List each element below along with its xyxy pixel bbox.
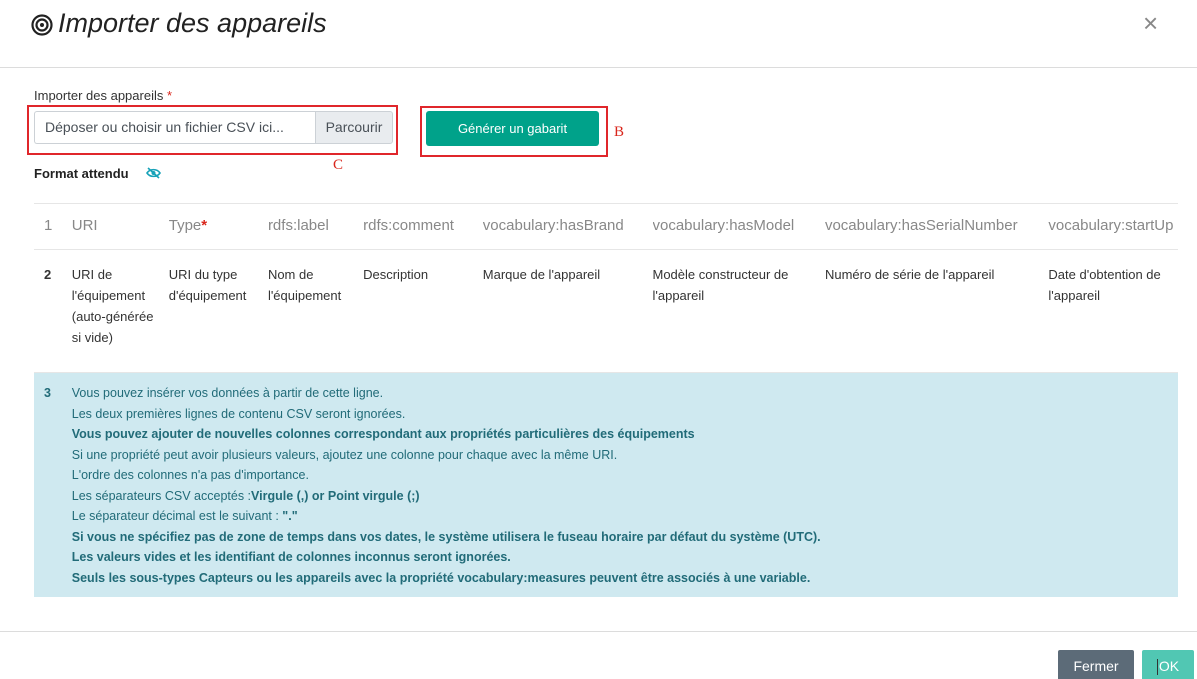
table-cell: Description (363, 267, 429, 282)
ok-button[interactable]: OK (1142, 650, 1194, 679)
table-cell: Marque de l'appareil (482, 267, 601, 282)
modal-title: Importer des appareils (58, 8, 327, 38)
table-cell: URI de l'équipement (auto-générée si vid… (71, 267, 154, 345)
hint-line: Le séparateur décimal est le suivant : "… (71, 509, 298, 523)
close-button[interactable]: Fermer (1058, 650, 1134, 679)
table-cell: Nom de l'équipement (267, 267, 342, 303)
table-cell: URI du type d'équipement (168, 267, 247, 303)
table-row: 3 Vous pouvez insérer vos données à part… (34, 372, 1178, 598)
table-row: 2 URI de l'équipement (auto-générée si v… (34, 250, 1178, 373)
annotation-label-b: B (614, 124, 625, 140)
column-header: vocabulary:hasSerialNumber (824, 217, 1018, 234)
table-header-row: 1 URI Type* rdfs:label rdfs:comment voca… (34, 203, 1178, 250)
column-header: rdfs:label (267, 217, 329, 234)
annotation-box-c (27, 105, 398, 155)
import-hints: Vous pouvez insérer vos données à partir… (72, 373, 1178, 598)
hint-line: Vous pouvez ajouter de nouvelles colonne… (71, 427, 695, 441)
hint-line: Les deux premières lignes de contenu CSV… (71, 406, 406, 421)
expected-format-table: 1 URI Type* rdfs:label rdfs:comment voca… (34, 203, 1178, 597)
annotation-label-c: C (333, 157, 344, 173)
modal-footer (0, 631, 1197, 632)
hint-line: Les valeurs vides et les identifiant de … (71, 550, 511, 564)
table-cell: Modèle constructeur de l'appareil (652, 267, 789, 303)
hint-line: Si une propriété peut avoir plusieurs va… (71, 447, 618, 462)
column-header: vocabulary:startUp (1048, 217, 1174, 234)
annotation-box-b (420, 106, 608, 157)
row-number: 2 (44, 267, 52, 282)
table-cell: Numéro de série de l'appareil (824, 267, 995, 282)
target-icon (31, 14, 53, 36)
hint-line: Seuls les sous-types Capteurs ou les app… (71, 570, 811, 585)
hint-line: Si vous ne spécifiez pas de zone de temp… (71, 529, 821, 544)
column-header: URI (71, 217, 98, 234)
column-header: rdfs:comment (363, 217, 454, 234)
column-header: vocabulary:hasBrand (482, 217, 624, 234)
format-label: Format attendu (34, 166, 129, 181)
required-mark: * (166, 88, 173, 103)
column-header: vocabulary:hasModel (652, 217, 795, 234)
hint-line: Les séparateurs CSV acceptés :Virgule (,… (71, 488, 420, 503)
hint-line: L'ordre des colonnes n'a pas d'importanc… (71, 468, 309, 482)
table-cell: Date d'obtention de l'appareil (1048, 267, 1161, 303)
column-header: Type* (168, 217, 208, 234)
modal-header: Importer des appareils × (0, 0, 1197, 68)
import-field-label: Importer des appareils * (34, 88, 173, 103)
hint-line: Vous pouvez insérer vos données à partir… (71, 386, 384, 400)
close-icon[interactable]: × (1143, 10, 1158, 36)
row-number: 3 (44, 386, 51, 400)
eye-slash-icon[interactable] (146, 167, 161, 179)
row-number: 1 (44, 217, 53, 234)
text-cursor (1156, 659, 1158, 676)
